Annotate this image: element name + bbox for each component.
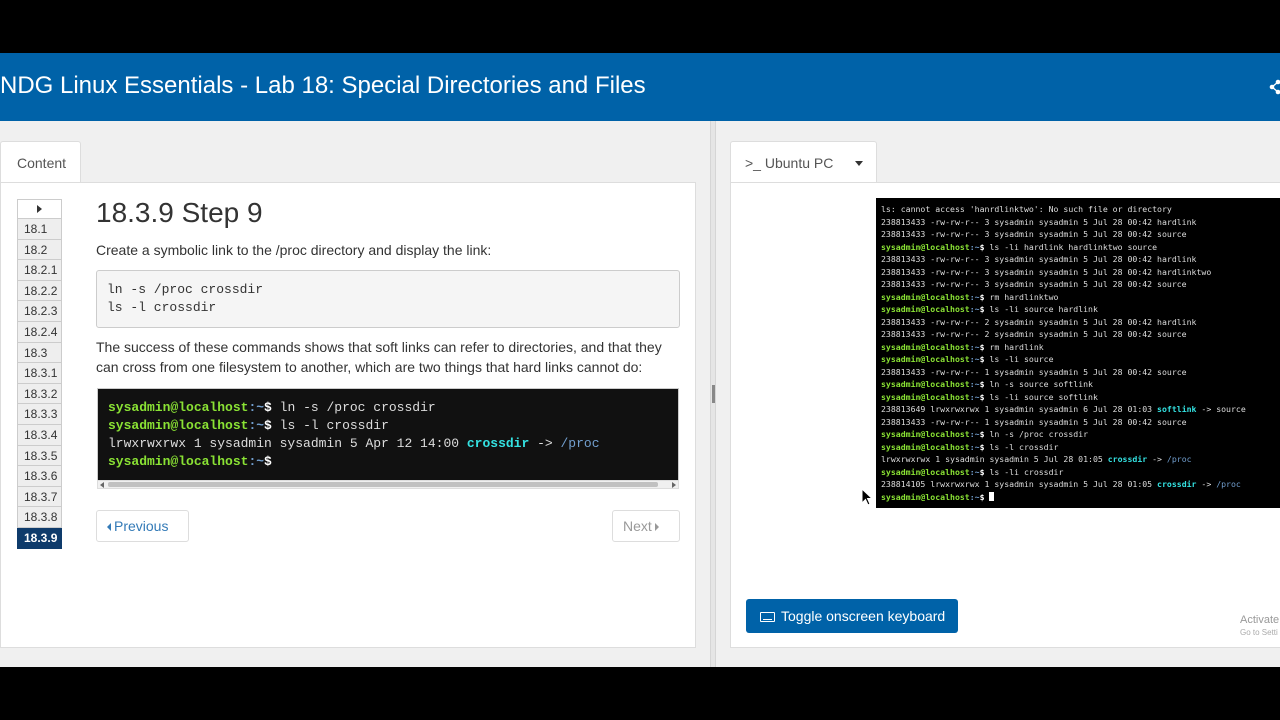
- next-button[interactable]: Next: [612, 510, 680, 542]
- previous-button[interactable]: Previous: [96, 510, 189, 542]
- code-line: ls -l crossdir: [107, 300, 217, 315]
- vm-terminal[interactable]: ls: cannot access 'hanrdlinktwo': No suc…: [876, 198, 1280, 508]
- terminal-line: sysadmin@localhost:~$ ls -li source: [881, 354, 1054, 364]
- step-list: 18.1 18.2 18.2.1 18.2.2 18.2.3 18.2.4 18.3 18.3…: [17, 219, 62, 549]
- step-nav-item[interactable]: 18.3.3: [17, 404, 62, 425]
- step-nav-item[interactable]: 18.2: [17, 239, 62, 261]
- terminal-line: sysadmin@localhost:~$ rm hardlinktwo: [881, 291, 1059, 302]
- terminal-line: 238814105 lrwxrwxrwx 1 sysadmin sysadmin…: [881, 479, 1241, 489]
- terminal-line: sysadmin@localhost:~$ ls -li hardlink ha…: [881, 241, 1158, 252]
- keyboard-icon: [760, 612, 775, 622]
- terminal-cursor: [989, 491, 995, 501]
- step-nav-item[interactable]: 18.2.1: [17, 260, 62, 281]
- mouse-cursor-icon: [861, 488, 873, 506]
- terminal-line: lrwxrwxrwx 1 sysadmin sysadmin 5 Jul 28 …: [881, 454, 1192, 464]
- example-terminal: sysadmin@localhost:~$ ln -s /proc crossd…: [97, 388, 679, 486]
- scroll-left-icon[interactable]: [100, 482, 104, 488]
- terminal-line: sysadmin@localhost:~$: [881, 491, 1280, 504]
- terminal-line: 238813433 -rw-rw-r-- 1 sysadmin sysadmin…: [881, 416, 1187, 427]
- caret-right-icon: [37, 205, 42, 213]
- step-title: 18.3.9 Step 9: [96, 197, 263, 228]
- lab-title: NDG Linux Essentials - Lab 18: Special D…: [0, 72, 646, 99]
- lab-app: NDG Linux Essentials - Lab 18: Special D…: [0, 53, 1280, 667]
- tab-content-label: Content: [17, 155, 67, 171]
- step-intro: Create a symbolic link to the /proc dire…: [96, 242, 492, 258]
- divider-grip[interactable]: [712, 385, 715, 403]
- code-line: ln -s /proc crossdir: [107, 282, 264, 297]
- header-bar: NDG Linux Essentials - Lab 18: Special D…: [0, 53, 1280, 121]
- terminal-line: 238813433 -rw-rw-r-- 3 sysadmin sysadmin…: [881, 229, 1187, 239]
- code-block: ln -s /proc crossdir ls -l crossdir: [96, 270, 680, 328]
- toggle-keyboard-button[interactable]: Toggle onscreen keyboard: [746, 599, 958, 633]
- tab-content[interactable]: Content: [0, 141, 81, 183]
- caret-right-icon: [654, 523, 659, 531]
- step-nav-item[interactable]: 18.2.2: [17, 280, 62, 302]
- terminal-line: 238813433 -rw-rw-r-- 3 sysadmin sysadmin…: [881, 216, 1197, 227]
- step-nav-item[interactable]: 18.1: [17, 219, 62, 240]
- share-icon[interactable]: [1267, 79, 1280, 95]
- step-nav-item[interactable]: 18.3.8: [17, 507, 62, 528]
- step-explanation: The success of these commands shows that…: [96, 339, 662, 375]
- step-nav-item[interactable]: 18.3.7: [17, 486, 62, 508]
- activate-watermark: Activate: [1240, 614, 1280, 626]
- step-nav-item[interactable]: 18.3.5: [17, 445, 62, 467]
- terminal-line: sysadmin@localhost:~$ ln -s /proc crossd…: [881, 429, 1089, 439]
- terminal-line: 238813433 -rw-rw-r-- 3 sysadmin sysadmin…: [881, 266, 1212, 277]
- terminal-line: 238813433 -rw-rw-r-- 3 sysadmin sysadmin…: [881, 279, 1187, 289]
- step-nav-item[interactable]: 18.3.6: [17, 466, 62, 487]
- vm-tab-label: >_ Ubuntu PC: [745, 155, 834, 171]
- horizontal-scrollbar[interactable]: [97, 480, 679, 489]
- activate-watermark-sub: Go to Setti: [1240, 628, 1278, 637]
- step-nav-toggle[interactable]: [17, 199, 62, 219]
- step-nav-item[interactable]: 18.3.2: [17, 383, 62, 405]
- step-nav-item[interactable]: 18.2.3: [17, 301, 62, 322]
- step-nav-item[interactable]: 18.3.9: [17, 527, 62, 549]
- terminal-line: sysadmin@localhost:~$ ln -s source softl…: [881, 379, 1093, 389]
- terminal-line: sysadmin@localhost:~$ ls -li source hard…: [881, 304, 1098, 314]
- scroll-thumb[interactable]: [108, 482, 658, 487]
- terminal-line: 238813433 -rw-rw-r-- 3 sysadmin sysadmin…: [881, 254, 1197, 264]
- terminal-line: sysadmin@localhost:~$ ls -li source soft…: [881, 391, 1098, 402]
- step-nav-item[interactable]: 18.3.1: [17, 363, 62, 384]
- chevron-down-icon[interactable]: [855, 161, 863, 166]
- tab-ubuntu-pc[interactable]: >_ Ubuntu PC: [730, 141, 877, 183]
- terminal-line: sysadmin@localhost:~$ ls -l crossdir: [881, 441, 1059, 452]
- terminal-line: sysadmin@localhost:~$ rm hardlink: [881, 341, 1044, 352]
- terminal-line: sysadmin@localhost:~$ ls -li crossdir: [881, 466, 1064, 477]
- caret-left-icon: [107, 523, 111, 531]
- step-nav-item[interactable]: 18.3.4: [17, 424, 62, 446]
- terminal-line: 238813433 -rw-rw-r-- 1 sysadmin sysadmin…: [881, 366, 1187, 377]
- step-nav: 18.1 18.2 18.2.1 18.2.2 18.2.3 18.2.4 18.3 18.3…: [17, 199, 62, 549]
- scroll-right-icon[interactable]: [672, 482, 676, 488]
- step-nav-item[interactable]: 18.2.4: [17, 321, 62, 343]
- step-nav-item[interactable]: 18.3: [17, 342, 62, 364]
- terminal-line: 238813433 -rw-rw-r-- 2 sysadmin sysadmin…: [881, 316, 1197, 327]
- terminal-line: ls: cannot access 'hanrdlinktwo': No suc…: [881, 204, 1172, 214]
- terminal-line: 238813433 -rw-rw-r-- 2 sysadmin sysadmin…: [881, 329, 1187, 339]
- terminal-line: 238813649 lrwxrwxrwx 1 sysadmin sysadmin…: [881, 404, 1246, 414]
